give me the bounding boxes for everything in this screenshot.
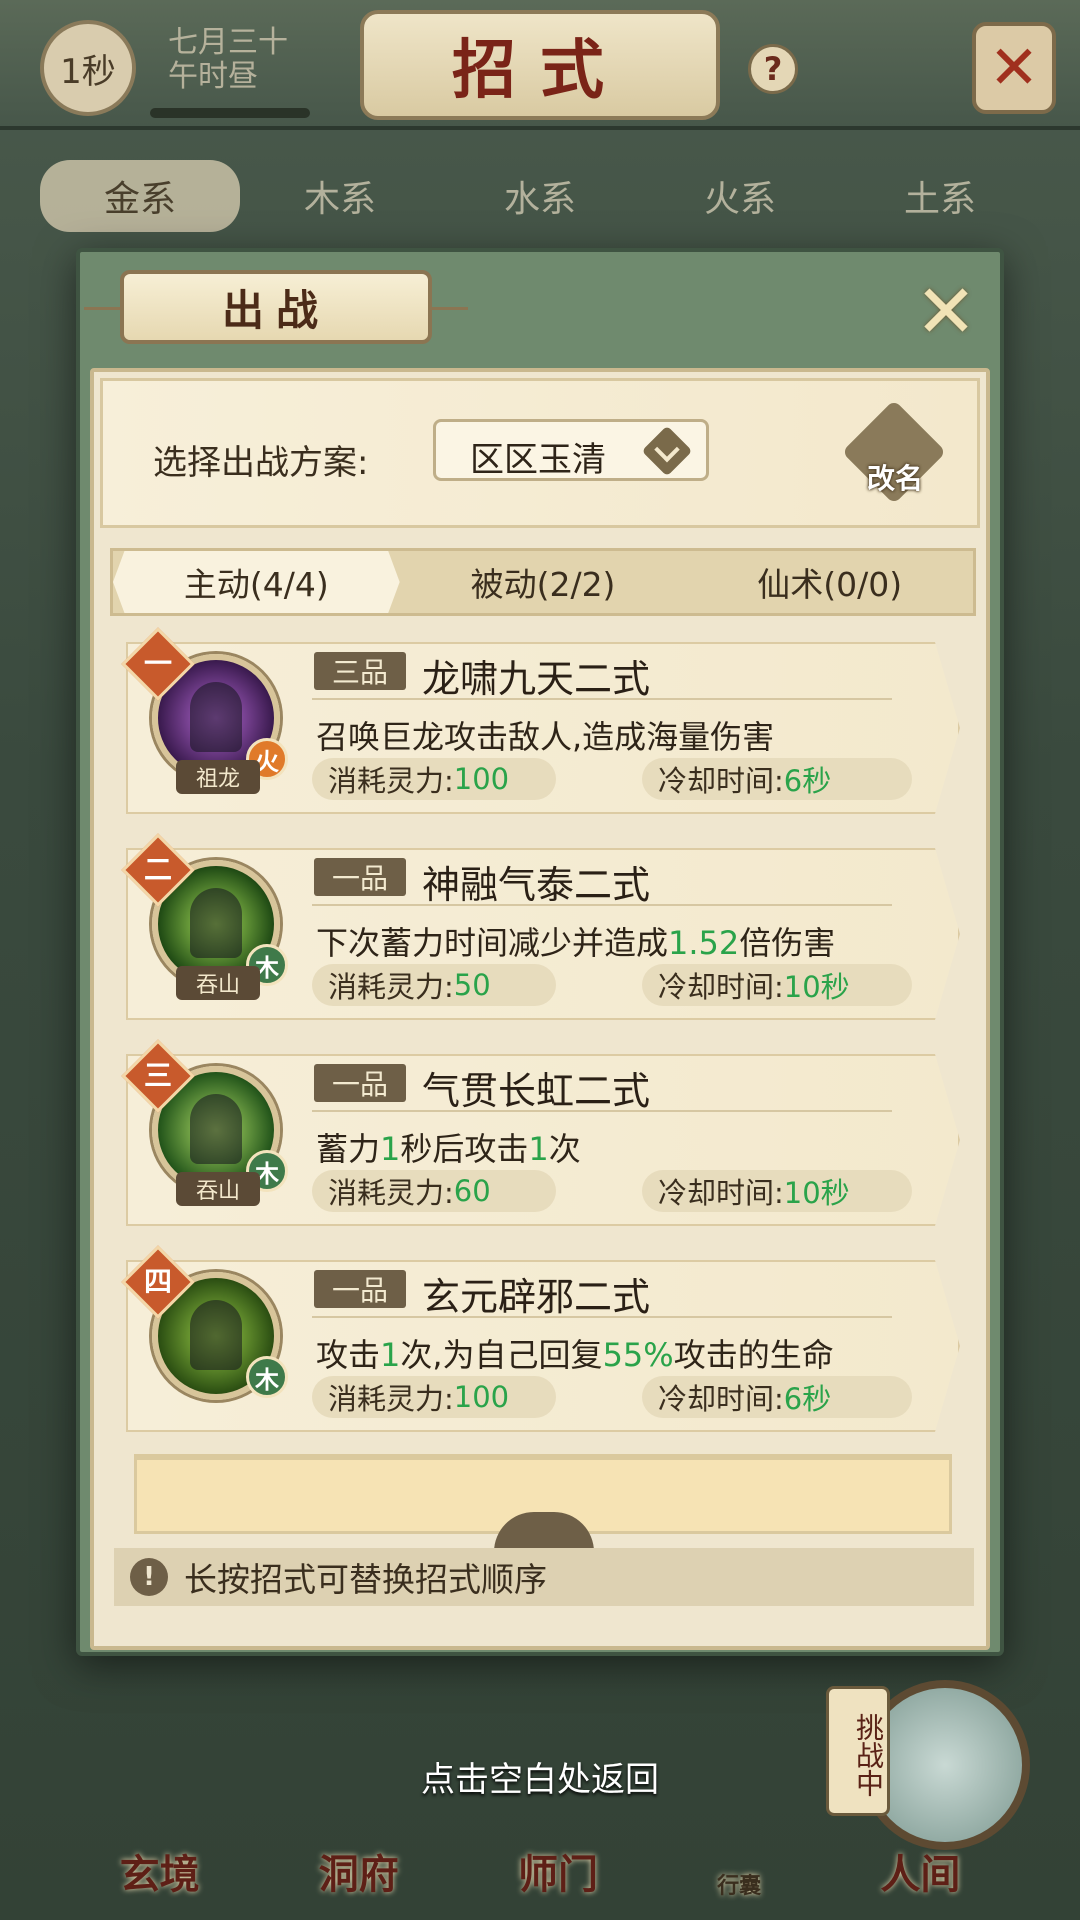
modal-close-button[interactable]: ✕ xyxy=(906,269,986,355)
close-icon: ✕ xyxy=(988,33,1040,103)
nav-dongfu[interactable]: 洞府 xyxy=(319,1842,399,1900)
skill-grade: 一品 xyxy=(314,858,406,896)
scheme-label: 选择出战方案: xyxy=(153,443,369,483)
skill-name: 玄元辟邪二式 xyxy=(422,1275,651,1319)
rename-button[interactable]: 改名 xyxy=(841,399,947,505)
skill-name: 龙啸九天二式 xyxy=(422,657,651,701)
skill-card[interactable]: 三 木 吞山 一品 气贯长虹二式 蓄力1秒后攻击1次 消耗灵力: 60 冷却时间:… xyxy=(121,1039,960,1230)
nav-renjian[interactable]: 人间 xyxy=(880,1842,960,1900)
tab-fire[interactable]: 火系 xyxy=(640,160,840,232)
skill-owner: 祖龙 xyxy=(176,760,260,794)
skill-description: 蓄力1秒后攻击1次 xyxy=(316,1130,581,1168)
tab-active-skills[interactable]: 主动(4/4) xyxy=(113,551,400,613)
modal-body: 选择出战方案: 区区玉清 改名 主动(4/4) 被动(2/2) 仙术(0/0) … xyxy=(90,368,990,1650)
scheme-value: 区区玉清 xyxy=(470,440,606,480)
skill-description: 攻击1次,为自己回复55%攻击的生命 xyxy=(316,1336,834,1374)
tab-metal[interactable]: 金系 xyxy=(40,160,240,232)
skill-description: 召唤巨龙攻击敌人,造成海量伤害 xyxy=(316,718,775,756)
time-progress-bar xyxy=(150,108,310,118)
skill-cost: 消耗灵力: 50 xyxy=(312,964,556,1006)
skill-grade: 一品 xyxy=(314,1270,406,1308)
nav-shimen[interactable]: 师门 xyxy=(518,1842,598,1900)
close-page-button[interactable]: ✕ xyxy=(972,22,1056,114)
date-line-2: 午时昼 xyxy=(168,59,258,94)
tab-passive-skills[interactable]: 被动(2/2) xyxy=(400,551,687,613)
chevron-down-icon xyxy=(640,424,694,478)
skill-cooldown: 冷却时间: 6秒 xyxy=(642,758,912,800)
scheme-panel: 选择出战方案: 区区玉清 改名 xyxy=(100,378,980,528)
tab-immortal-arts[interactable]: 仙术(0/0) xyxy=(686,551,973,613)
date-line-1: 七月三十 xyxy=(168,25,288,60)
battle-loadout-modal: 出战 ✕ 选择出战方案: 区区玉清 改名 主动(4/4) 被动(2/2) 仙术(… xyxy=(76,248,1004,1656)
skill-cost: 消耗灵力: 100 xyxy=(312,1376,556,1418)
scheme-dropdown[interactable]: 区区玉清 xyxy=(433,419,709,481)
skill-cost: 消耗灵力: 60 xyxy=(312,1170,556,1212)
nav-xingnang[interactable]: 行囊 xyxy=(717,1868,761,1900)
game-date: 七月三十 午时昼 xyxy=(168,26,288,94)
rank-number: 二 xyxy=(143,853,172,886)
tab-earth[interactable]: 土系 xyxy=(840,160,1040,232)
skill-name: 神融气泰二式 xyxy=(422,863,651,907)
tab-wood[interactable]: 木系 xyxy=(240,160,440,232)
bottom-nav: 玄境 洞府 师门 行囊 人间 xyxy=(0,1720,1080,1920)
skill-cooldown: 冷却时间: 10秒 xyxy=(642,964,912,1006)
tab-water[interactable]: 水系 xyxy=(440,160,640,232)
skill-grade: 一品 xyxy=(314,1064,406,1102)
skill-name: 气贯长虹二式 xyxy=(422,1069,651,1113)
modal-header: 出战 ✕ xyxy=(80,252,1000,362)
element-tabs: 金系 木系 水系 火系 土系 xyxy=(40,160,1040,232)
modal-title: 出战 xyxy=(84,270,468,344)
nav-xuanjing[interactable]: 玄境 xyxy=(120,1842,200,1900)
skill-card[interactable]: 一 火 祖龙 三品 龙啸九天二式 召唤巨龙攻击敌人,造成海量伤害 消耗灵力: 10… xyxy=(121,627,960,818)
rename-label: 改名 xyxy=(866,462,923,495)
tip-bar: ! 长按招式可替换招式顺序 xyxy=(114,1548,974,1606)
skill-owner: 吞山 xyxy=(176,1172,260,1206)
skill-card[interactable]: 二 木 吞山 一品 神融气泰二式 下次蓄力时间减少并造成1.52倍伤害 消耗灵力… xyxy=(121,833,960,1024)
timer-badge: 1秒 xyxy=(40,20,136,116)
skill-grade: 三品 xyxy=(314,652,406,690)
skill-cost: 消耗灵力: 100 xyxy=(312,758,556,800)
wood-element-icon: 木 xyxy=(246,1356,288,1398)
info-icon: ! xyxy=(130,1558,168,1596)
skill-card[interactable]: 四 木 一品 玄元辟邪二式 攻击1次,为自己回复55%攻击的生命 消耗灵力: 10… xyxy=(121,1245,960,1436)
close-icon: ✕ xyxy=(914,269,977,355)
skill-cooldown: 冷却时间: 6秒 xyxy=(642,1376,912,1418)
skill-description: 下次蓄力时间减少并造成1.52倍伤害 xyxy=(316,924,836,962)
skill-cooldown: 冷却时间: 10秒 xyxy=(642,1170,912,1212)
help-button[interactable]: ? xyxy=(748,44,798,94)
skill-type-tabs: 主动(4/4) 被动(2/2) 仙术(0/0) xyxy=(110,548,976,616)
page-title: 招式 xyxy=(360,10,720,120)
rank-number: 一 xyxy=(143,647,172,680)
skill-owner: 吞山 xyxy=(176,966,260,1000)
rank-number: 三 xyxy=(143,1059,172,1092)
rank-number: 四 xyxy=(143,1265,172,1298)
top-bar: 1秒 七月三十 午时昼 招式 ? ✕ xyxy=(0,0,1080,130)
tip-text: 长按招式可替换招式顺序 xyxy=(184,1560,547,1599)
